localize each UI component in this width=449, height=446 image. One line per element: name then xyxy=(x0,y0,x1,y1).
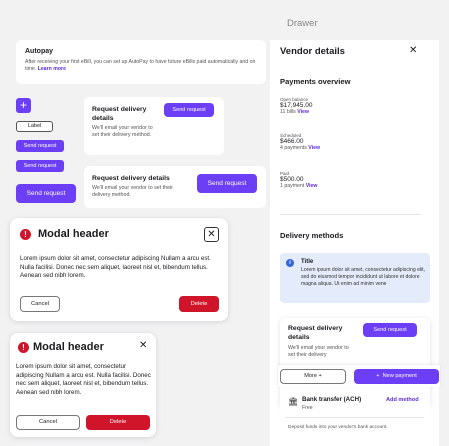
request-delivery-card: Request delivery details We'll email you… xyxy=(84,97,224,155)
learn-more-link[interactable]: Learn more xyxy=(38,66,66,72)
vendor-details-drawer: Vendor details ✕ Payments overview Open … xyxy=(270,40,440,446)
request-delivery-title: Request delivery details xyxy=(288,325,343,341)
request-delivery-card-wide: Request delivery details We'll email you… xyxy=(84,166,266,208)
request-delivery-subtitle: We'll email your vendor to set their del… xyxy=(92,125,153,138)
label-chip[interactable]: Label xyxy=(16,121,53,132)
view-paid-link[interactable]: View xyxy=(306,183,318,189)
info-alert: i Title Lorem ipsum dolor sit amet, cons… xyxy=(280,253,430,303)
close-icon[interactable]: ✕ xyxy=(204,227,219,242)
more-label: More xyxy=(304,373,317,379)
send-request-button-small[interactable]: Send request xyxy=(16,160,64,172)
modal-title: Modal header xyxy=(38,228,109,240)
payments-overview-heading: Payments overview xyxy=(280,77,351,86)
bank-transfer-title: Bank transfer (ACH) xyxy=(302,396,362,403)
modal-dialog-compact: ! Modal header ✕ Lorem ipsum dolor sit a… xyxy=(10,333,156,437)
request-delivery-subtitle: We'll email your vendor to set their del… xyxy=(92,185,173,198)
bank-transfer-note: Deposit funds into your vendor's bank ac… xyxy=(288,425,388,430)
add-button[interactable]: + xyxy=(16,98,31,113)
paid-count: 1 payment xyxy=(280,183,305,189)
send-request-button[interactable]: Send request xyxy=(197,174,257,193)
drawer-footer: More + + New payment xyxy=(278,365,440,387)
new-payment-button[interactable]: + New payment xyxy=(354,369,439,384)
request-delivery-title: Request delivery details xyxy=(92,106,147,122)
paid-amount: $500.00 xyxy=(280,176,304,183)
send-request-button-small[interactable]: Send request xyxy=(16,140,64,152)
new-payment-label: New payment xyxy=(382,373,417,379)
scheduled-amount: $466.00 xyxy=(280,138,304,145)
delete-button[interactable]: Delete xyxy=(179,296,219,312)
delete-button[interactable]: Delete xyxy=(86,415,150,430)
drawer-section-label: Drawer xyxy=(287,18,318,29)
divider xyxy=(280,214,420,215)
scheduled-count: 4 payments xyxy=(280,145,307,151)
more-button[interactable]: More + xyxy=(280,369,346,384)
request-delivery-subtitle: We'll email your vendor to set their del… xyxy=(288,345,349,358)
bank-transfer-fee: Free xyxy=(302,405,313,411)
drawer-title: Vendor details xyxy=(280,46,345,57)
bank-transfer-card: 🏛 Bank transfer (ACH) Free Add method De… xyxy=(280,389,430,439)
open-balance-block: Open balance $17,945.00 11 bills View xyxy=(280,97,313,115)
bank-icon: 🏛 xyxy=(288,397,299,406)
divider xyxy=(286,417,424,418)
cancel-button[interactable]: Cancel xyxy=(16,415,80,430)
warning-icon: ! xyxy=(18,342,29,353)
send-request-button[interactable]: Send request xyxy=(363,323,417,337)
send-request-button-large[interactable]: Send request xyxy=(16,184,76,203)
close-icon[interactable]: ✕ xyxy=(409,45,417,56)
modal-title: Modal header xyxy=(33,341,104,353)
open-balance-count: 11 bills xyxy=(280,109,296,115)
warning-icon: ! xyxy=(20,229,31,240)
info-icon: i xyxy=(286,259,294,267)
autopay-title: Autopay xyxy=(25,48,53,55)
modal-dialog: ! Modal header ✕ Lorem ipsum dolor sit a… xyxy=(10,218,228,321)
autopay-card: Autopay After receiving your first eBill… xyxy=(16,40,266,84)
send-request-button[interactable]: Send request xyxy=(164,103,214,117)
open-balance-amount: $17,945.00 xyxy=(280,102,313,109)
add-method-link[interactable]: Add method xyxy=(386,397,419,403)
autopay-body: After receiving your first eBill, you ca… xyxy=(25,59,257,73)
scheduled-block: Scheduled $466.00 4 payments View xyxy=(280,133,320,151)
close-icon[interactable]: ✕ xyxy=(139,340,147,351)
modal-body: Lorem ipsum dolor sit amet, consectetur … xyxy=(16,363,151,396)
delivery-methods-heading: Delivery methods xyxy=(280,231,344,240)
cancel-button[interactable]: Cancel xyxy=(20,296,60,312)
paid-block: Paid $500.00 1 payment View xyxy=(280,171,317,189)
alert-body: Lorem ipsum dolor sit amet, consectetur … xyxy=(301,267,426,287)
modal-body: Lorem ipsum dolor sit amet, consectetur … xyxy=(20,255,211,280)
view-scheduled-link[interactable]: View xyxy=(308,145,320,151)
alert-title: Title xyxy=(301,259,314,265)
view-bills-link[interactable]: View xyxy=(297,109,309,115)
